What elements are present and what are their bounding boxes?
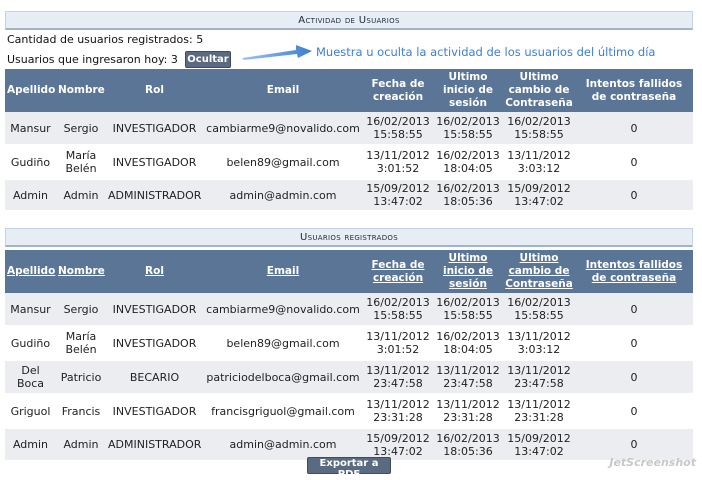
cell-ultimo-cambio: 15/09/2012 13:47:02 — [503, 179, 575, 212]
cell-ultimo-cambio: 13/11/2012 23:31:28 — [503, 394, 575, 429]
header-fecha-creacion[interactable]: Fecha de creación — [363, 250, 433, 293]
hint-arrow-icon — [242, 45, 312, 60]
header-ultimo-inicio: Ultimo inicio de sesión — [433, 69, 503, 112]
header-ultimo-cambio[interactable]: Ultimo cambio de Contraseña — [503, 250, 575, 293]
cell-apellido: Admin — [5, 179, 56, 212]
cell-nombre: Francis — [56, 394, 106, 429]
cell-intentos-fallidos: 0 — [575, 179, 693, 212]
cell-ultimo-cambio: 15/09/2012 13:47:02 — [503, 428, 575, 462]
cell-apellido: Griguol — [5, 394, 56, 429]
cell-fecha-creacion: 15/09/2012 13:47:02 — [363, 179, 433, 212]
cell-rol: INVESTIGADOR — [106, 112, 203, 146]
cell-nombre: Admin — [56, 428, 106, 462]
table-row: Mansur Sergio INVESTIGADOR cambiarme9@noval… — [5, 293, 693, 327]
cell-ultimo-inicio: 13/11/2012 23:31:28 — [433, 394, 503, 429]
table-row: Gudiño María Belén INVESTIGADOR belen89@gma… — [5, 145, 693, 180]
cell-email: cambiarme9@novalido.com — [203, 293, 363, 327]
header-rol: Rol — [106, 69, 203, 112]
cell-rol: INVESTIGADOR — [106, 326, 203, 361]
header-nombre[interactable]: Nombre — [56, 250, 106, 293]
hide-activity-button[interactable]: Ocultar — [185, 51, 231, 68]
cell-fecha-creacion: 13/11/2012 3:01:52 — [363, 326, 433, 361]
cell-nombre: Admin — [56, 179, 106, 212]
cell-fecha-creacion: 13/11/2012 3:01:52 — [363, 145, 433, 180]
table-row: Admin Admin ADMINISTRADOR admin@admin.com 15… — [5, 179, 693, 212]
cell-fecha-creacion: 13/11/2012 23:31:28 — [363, 394, 433, 429]
activity-table: Apellido Nombre Rol Email Fecha de creación U… — [5, 69, 693, 212]
cell-ultimo-inicio: 16/02/2013 18:04:05 — [433, 326, 503, 361]
cell-nombre: Sergio — [56, 293, 106, 327]
cell-apellido: Del Boca — [5, 360, 56, 395]
table-row: Del Boca Patricio BECARIO patriciodelboca@g… — [5, 360, 693, 395]
cell-ultimo-inicio: 16/02/2013 15:58:55 — [433, 112, 503, 146]
cell-rol: INVESTIGADOR — [106, 145, 203, 180]
header-ultimo-cambio: Ultimo cambio de Contraseña — [503, 69, 575, 112]
header-email[interactable]: Email — [203, 250, 363, 293]
cell-email: francisgriguol@gmail.com — [203, 394, 363, 429]
table-row: Mansur Sergio INVESTIGADOR cambiarme9@noval… — [5, 112, 693, 146]
cell-fecha-creacion: 13/11/2012 23:47:58 — [363, 360, 433, 395]
cell-ultimo-cambio: 16/02/2013 15:58:55 — [503, 293, 575, 327]
table-row: Griguol Francis INVESTIGADOR francisgriguol… — [5, 394, 693, 429]
cell-apellido: Gudiño — [5, 145, 56, 180]
users-table: Apellido Nombre Rol Email Fecha de creación U… — [5, 250, 693, 462]
cell-ultimo-inicio: 16/02/2013 18:05:36 — [433, 179, 503, 212]
cell-apellido: Admin — [5, 428, 56, 462]
cell-email: belen89@gmail.com — [203, 145, 363, 180]
cell-rol: ADMINISTRADOR — [106, 428, 203, 462]
cell-intentos-fallidos: 0 — [575, 360, 693, 395]
cell-intentos-fallidos: 0 — [575, 394, 693, 429]
cell-apellido: Gudiño — [5, 326, 56, 361]
registered-count: Cantidad de usuarios registrados: 5 — [7, 33, 204, 46]
cell-ultimo-inicio: 16/02/2013 18:05:36 — [433, 428, 503, 462]
header-apellido[interactable]: Apellido — [5, 250, 56, 293]
cell-fecha-creacion: 16/02/2013 15:58:55 — [363, 112, 433, 146]
cell-ultimo-inicio: 16/02/2013 15:58:55 — [433, 293, 503, 327]
table-row: Gudiño María Belén INVESTIGADOR belen89@gma… — [5, 326, 693, 361]
cell-intentos-fallidos: 0 — [575, 112, 693, 146]
header-ultimo-inicio[interactable]: Ultimo inicio de sesión — [433, 250, 503, 293]
cell-ultimo-cambio: 13/11/2012 3:03:12 — [503, 145, 575, 180]
header-intentos-fallidos[interactable]: Intentos fallidos de contraseña — [575, 250, 693, 293]
users-section-title: Usuarios registrados — [5, 228, 693, 247]
header-nombre: Nombre — [56, 69, 106, 112]
watermark-logo: JetScreenshot — [609, 456, 696, 469]
header-rol[interactable]: Rol — [106, 250, 203, 293]
cell-intentos-fallidos: 0 — [575, 326, 693, 361]
cell-nombre: María Belén — [56, 145, 106, 180]
cell-email: belen89@gmail.com — [203, 326, 363, 361]
cell-apellido: Mansur — [5, 293, 56, 327]
header-intentos-fallidos: Intentos fallidos de contraseña — [575, 69, 693, 112]
cell-ultimo-cambio: 16/02/2013 15:58:55 — [503, 112, 575, 146]
activity-section-title: Actividad de Usuarios — [5, 11, 693, 30]
cell-ultimo-cambio: 13/11/2012 23:47:58 — [503, 360, 575, 395]
cell-rol: INVESTIGADOR — [106, 293, 203, 327]
cell-email: admin@admin.com — [203, 179, 363, 212]
toggle-hint-text: Muestra u oculta la actividad de los usu… — [316, 45, 656, 59]
cell-apellido: Mansur — [5, 112, 56, 146]
header-fecha-creacion: Fecha de creación — [363, 69, 433, 112]
cell-ultimo-inicio: 16/02/2013 18:04:05 — [433, 145, 503, 180]
cell-email: patriciodelboca@gmail.com — [203, 360, 363, 395]
today-count: Usuarios que ingresaron hoy: 3 — [7, 53, 178, 66]
cell-rol: BECARIO — [106, 360, 203, 395]
header-apellido: Apellido — [5, 69, 56, 112]
cell-nombre: Patricio — [56, 360, 106, 395]
export-pdf-button[interactable]: Exportar a PDF — [307, 457, 391, 480]
cell-nombre: María Belén — [56, 326, 106, 361]
cell-intentos-fallidos: 0 — [575, 145, 693, 180]
header-email: Email — [203, 69, 363, 112]
cell-ultimo-cambio: 13/11/2012 3:03:12 — [503, 326, 575, 361]
cell-fecha-creacion: 16/02/2013 15:58:55 — [363, 293, 433, 327]
cell-rol: ADMINISTRADOR — [106, 179, 203, 212]
cell-nombre: Sergio — [56, 112, 106, 146]
cell-email: cambiarme9@novalido.com — [203, 112, 363, 146]
cell-intentos-fallidos: 0 — [575, 293, 693, 327]
cell-rol: INVESTIGADOR — [106, 394, 203, 429]
cell-ultimo-inicio: 13/11/2012 23:47:58 — [433, 360, 503, 395]
